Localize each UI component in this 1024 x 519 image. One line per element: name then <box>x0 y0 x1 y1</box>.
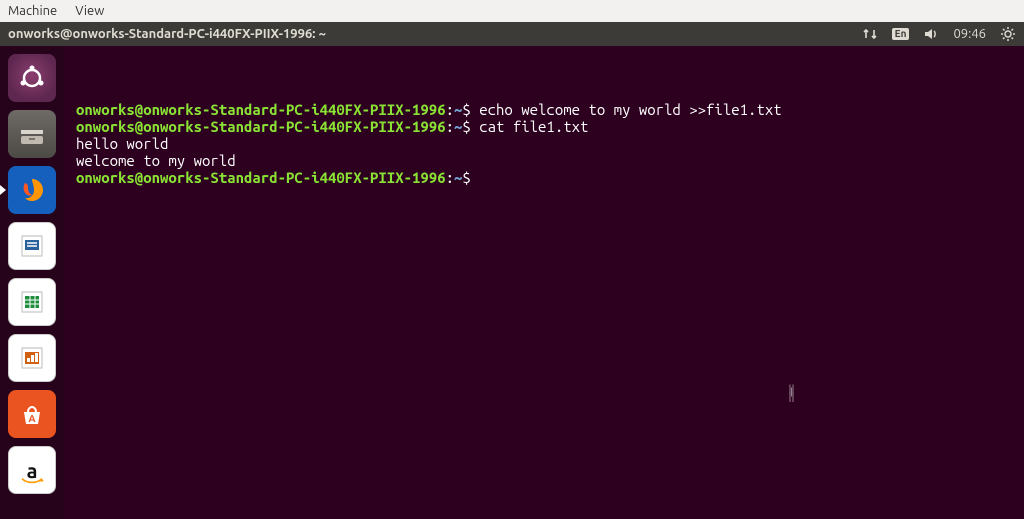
running-pip-icon <box>0 185 6 195</box>
ubuntu-dash[interactable] <box>8 54 56 102</box>
libreoffice-calc[interactable] <box>8 278 56 326</box>
window-title: onworks@onworks-Standard-PC-i440FX-PIIX-… <box>8 27 862 41</box>
files-app[interactable] <box>8 110 56 158</box>
clock[interactable]: 09:46 <box>953 27 986 41</box>
amazon-app[interactable]: a <box>8 446 56 494</box>
network-icon[interactable] <box>862 26 878 42</box>
vm-menu-view[interactable]: View <box>75 4 104 18</box>
client-area: A a onworks@onworks-Standard-PC-i440FX-P… <box>0 46 1024 519</box>
terminal-prompt-line: onworks@onworks-Standard-PC-i440FX-PIIX-… <box>76 118 1018 135</box>
terminal-prompt-line: onworks@onworks-Standard-PC-i440FX-PIIX-… <box>76 101 1018 118</box>
libreoffice-writer[interactable] <box>8 222 56 270</box>
terminal[interactable]: onworks@onworks-Standard-PC-i440FX-PIIX-… <box>64 46 1024 519</box>
vm-menu-machine[interactable]: Machine <box>8 4 57 18</box>
terminal-prompt-line: onworks@onworks-Standard-PC-i440FX-PIIX-… <box>76 169 1018 186</box>
top-panel: onworks@onworks-Standard-PC-i440FX-PIIX-… <box>0 22 1024 46</box>
launcher-dock: A a <box>0 46 64 519</box>
terminal-output-line: welcome to my world <box>76 152 1018 169</box>
firefox-app[interactable] <box>8 166 56 214</box>
terminal-output-line: hello world <box>76 135 1018 152</box>
libreoffice-impress[interactable] <box>8 334 56 382</box>
ubuntu-software[interactable]: A <box>8 390 56 438</box>
gear-icon[interactable] <box>1000 26 1016 42</box>
sound-icon[interactable] <box>923 26 939 42</box>
text-cursor-icon <box>791 388 792 397</box>
vm-menubar: Machine View <box>0 0 1024 22</box>
panel-indicators: En 09:46 <box>862 26 1016 42</box>
svg-text:A: A <box>28 413 35 424</box>
keyboard-language-indicator[interactable]: En <box>892 28 910 40</box>
